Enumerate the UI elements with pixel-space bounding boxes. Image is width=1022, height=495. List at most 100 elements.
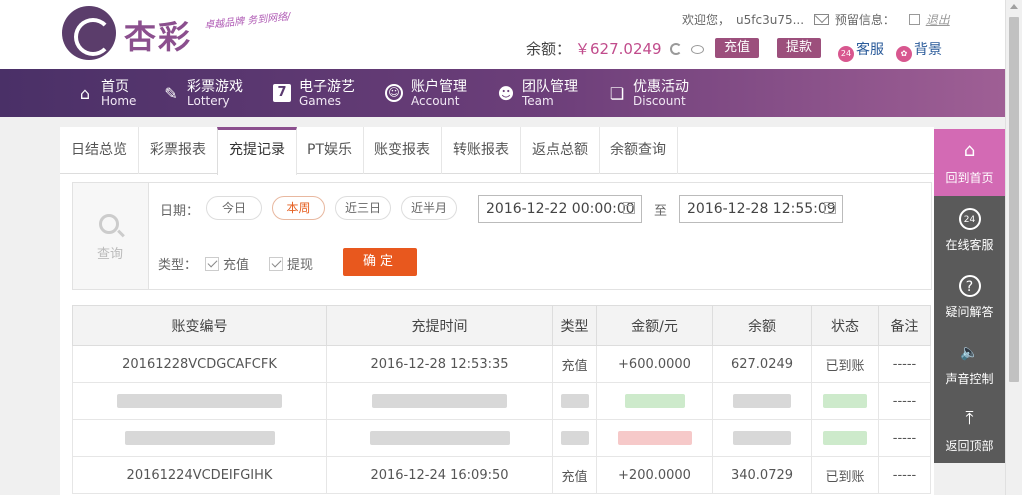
tab-account-change[interactable]: 账变报表 xyxy=(363,127,442,174)
row-note: ----- xyxy=(878,345,931,383)
calendar-icon[interactable] xyxy=(824,202,836,214)
start-date-input[interactable]: 2016-12-22 00:00:00 xyxy=(478,195,642,223)
side-toolbar: ⌂ 回到首页 24 在线客服 ? 疑问解答 🔈 声音控制 ⤒ 返回顶部 xyxy=(934,129,1005,463)
header: 杏彩 卓越品牌 务到网络/ 欢迎您， u5fc3u75... 预留信息： 退出 余… xyxy=(0,0,1005,69)
row-id-blurred xyxy=(72,419,327,457)
row-balance: 627.0249 xyxy=(712,345,812,383)
balance-amount: ￥627.0249 xyxy=(575,40,662,58)
quick-today[interactable]: 今日 xyxy=(206,196,262,220)
side-service-button[interactable]: 24 在线客服 xyxy=(934,196,1005,263)
row-status: 已到账 xyxy=(811,456,879,494)
lottery-icon: ✎ xyxy=(164,84,178,103)
nav-home-cn: 首页 xyxy=(101,79,129,95)
side-service-label: 在线客服 xyxy=(945,238,994,252)
background-link[interactable]: ✿ 背景 xyxy=(896,39,942,62)
vertical-scrollbar[interactable] xyxy=(1005,0,1022,495)
scroll-up-icon[interactable] xyxy=(1010,4,1018,9)
col-amount: 金额/元 xyxy=(596,305,713,346)
table-header-row: 账变编号 充提时间 类型 金额/元 余额 状态 备注 xyxy=(72,305,931,346)
tab-deposit-withdraw[interactable]: 充提记录 xyxy=(217,127,297,175)
gift-icon: ❏ xyxy=(609,84,625,103)
side-home-button[interactable]: ⌂ 回到首页 xyxy=(934,129,1005,196)
service-icon: 24 xyxy=(838,46,854,62)
table-row[interactable]: 20161224VCDEIFGIHK 2016-12-24 16:09:50 充… xyxy=(72,456,931,494)
calendar-icon[interactable] xyxy=(623,202,635,214)
side-top-label: 返回顶部 xyxy=(945,439,994,453)
to-top-icon: ⤒ xyxy=(965,408,974,429)
mail-icon[interactable] xyxy=(813,14,829,25)
row-time-blurred xyxy=(326,419,553,457)
row-note: ----- xyxy=(878,382,931,420)
nav-discount-cn: 优惠活动 xyxy=(633,79,689,95)
row-amount-blurred xyxy=(596,382,713,420)
blur-block xyxy=(372,394,507,408)
search-section[interactable]: 查询 xyxy=(73,183,149,289)
nav-team-cn: 团队管理 xyxy=(522,79,578,95)
team-icon: ☻ xyxy=(497,84,515,103)
table-row[interactable]: ----- xyxy=(72,382,931,420)
tab-transfer-report[interactable]: 转账报表 xyxy=(442,127,521,174)
row-balance-blurred xyxy=(712,382,812,420)
quick-half-month[interactable]: 近半月 xyxy=(401,196,457,220)
blur-block xyxy=(733,394,791,408)
deposit-button[interactable]: 充值 xyxy=(715,38,760,58)
scrollbar-thumb[interactable] xyxy=(1009,17,1019,382)
tab-balance-query[interactable]: 余额查询 xyxy=(599,127,678,174)
refresh-icon[interactable] xyxy=(670,43,683,55)
nav-home-en: Home xyxy=(101,94,137,108)
row-status-blurred xyxy=(811,419,879,457)
type-deposit-checkbox[interactable]: 充值 xyxy=(205,254,249,273)
row-balance: 340.0729 xyxy=(712,456,812,494)
tab-lottery-report[interactable]: 彩票报表 xyxy=(139,127,218,174)
home-icon: ⌂ xyxy=(79,84,91,103)
tab-rebate-total[interactable]: 返点总额 xyxy=(521,127,600,174)
col-time: 充提时间 xyxy=(326,305,553,346)
checkbox-icon[interactable] xyxy=(269,257,283,271)
tab-pt-entertainment[interactable]: PT娱乐 xyxy=(296,127,364,174)
row-amount: +200.0000 xyxy=(596,456,713,494)
blur-block xyxy=(823,394,867,408)
quick-this-week[interactable]: 本周 xyxy=(272,196,325,220)
date-label: 日期： xyxy=(160,204,200,219)
blur-block xyxy=(624,394,685,408)
balance-display: 余额： ￥627.0249 xyxy=(526,38,705,59)
row-type-blurred xyxy=(552,419,597,457)
side-sound-button[interactable]: 🔈 声音控制 xyxy=(934,330,1005,397)
side-sound-label: 声音控制 xyxy=(945,372,994,386)
main-nav: ⌂ 首页 Home ✎ 彩票游戏 Lottery 7 电子游艺 Games ☺ … xyxy=(0,69,1005,117)
type-withdraw-label: 提现 xyxy=(287,258,314,273)
table-row[interactable]: 20161228VCDGCAFCFK 2016-12-28 12:53:35 充… xyxy=(72,345,931,383)
end-date-input[interactable]: 2016-12-28 12:55:09 xyxy=(679,195,843,223)
side-top-button[interactable]: ⤒ 返回顶部 xyxy=(934,397,1005,464)
confirm-button[interactable]: 确定 xyxy=(343,248,417,276)
row-id: 20161228VCDGCAFCFK xyxy=(72,345,327,383)
row-id-blurred xyxy=(72,382,327,420)
headset-icon: 24 xyxy=(958,208,981,230)
side-home-label: 回到首页 xyxy=(945,171,994,185)
edit-icon[interactable] xyxy=(908,14,920,25)
hide-balance-icon[interactable] xyxy=(691,45,705,54)
checkbox-icon[interactable] xyxy=(205,257,219,271)
withdraw-button[interactable]: 提款 xyxy=(777,38,822,58)
table-row[interactable]: ----- xyxy=(72,419,931,457)
reserved-info: 预留信息： xyxy=(834,13,895,27)
tab-daily-summary[interactable]: 日结总览 xyxy=(60,127,139,174)
logo-slogan: 卓越品牌 务到网络/ xyxy=(203,11,292,32)
type-deposit-label: 充值 xyxy=(223,258,250,273)
logo-icon[interactable] xyxy=(62,6,116,60)
side-faq-button[interactable]: ? 疑问解答 xyxy=(934,263,1005,330)
type-withdraw-checkbox[interactable]: 提现 xyxy=(269,254,313,273)
nav-lottery-en: Lottery xyxy=(187,94,230,108)
col-id: 账变编号 xyxy=(72,305,327,346)
welcome-bar: 欢迎您， u5fc3u75... 预留信息： 退出 xyxy=(682,11,956,28)
blur-block xyxy=(823,431,867,445)
row-type-blurred xyxy=(552,382,597,420)
row-note: ----- xyxy=(878,419,931,457)
bow-icon: ✿ xyxy=(896,46,912,62)
quick-last-3-days[interactable]: 近三日 xyxy=(335,196,391,220)
search-icon xyxy=(99,214,119,234)
account-icon: ☺ xyxy=(385,84,403,102)
logout-link[interactable]: 退出 xyxy=(926,13,950,27)
customer-service-link[interactable]: 24 客服 xyxy=(838,39,884,62)
row-balance-blurred xyxy=(712,419,812,457)
